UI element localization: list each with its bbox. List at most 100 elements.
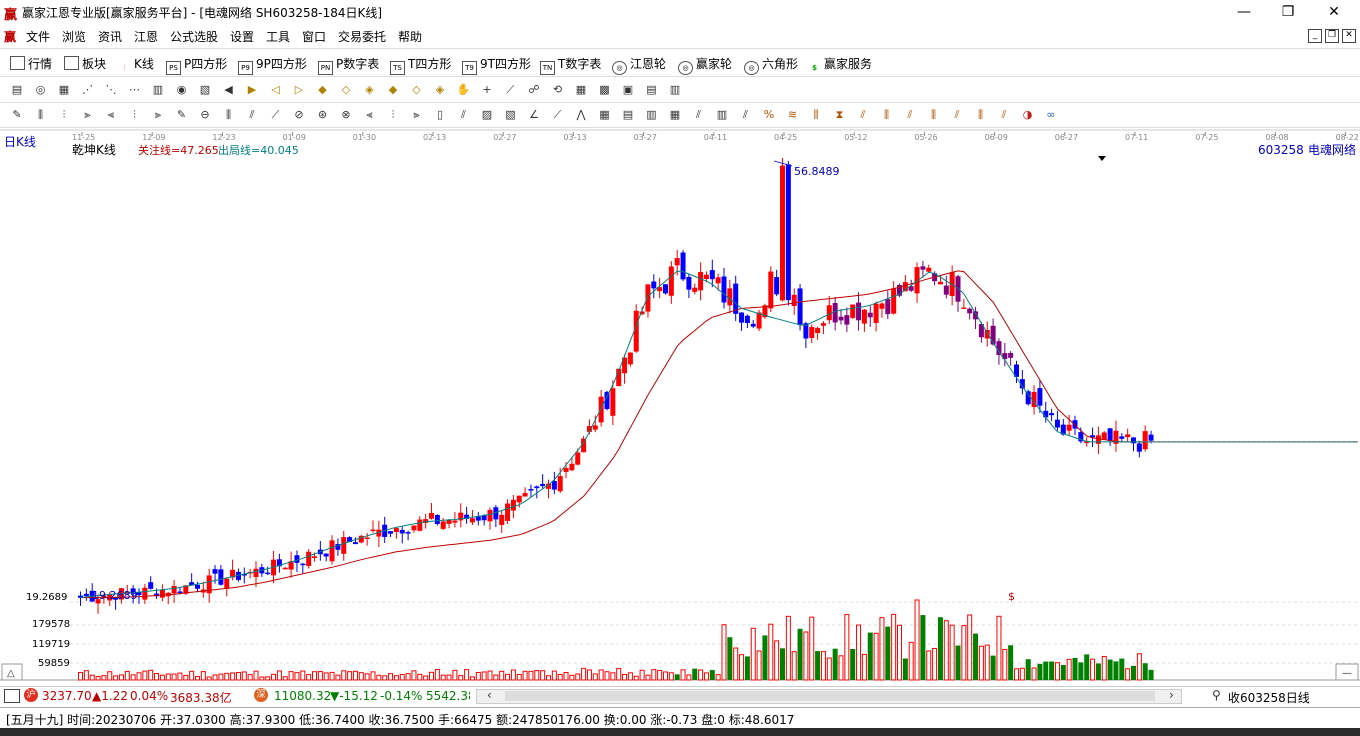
drawing-tool-icon[interactable]: ✎ (10, 108, 24, 122)
menu-news[interactable]: 资讯 (98, 28, 122, 45)
drawing-tool-icon[interactable]: ≋ (786, 108, 800, 122)
toolbar-9tsquare-button[interactable]: T9 9T四方形 (462, 55, 531, 75)
drawing-tool-icon[interactable]: ⊘ (292, 108, 306, 122)
nav-tool-icon[interactable]: ⟲ (551, 83, 565, 97)
nav-tool-icon[interactable]: ⋯ (128, 83, 142, 97)
drawing-tool-icon[interactable]: ⫶ (386, 108, 400, 122)
grid-small-icon[interactable] (4, 689, 20, 703)
drawing-tool-icon[interactable]: ⊗ (339, 108, 353, 122)
drawing-tool-icon[interactable]: ⊛ (316, 108, 330, 122)
menu-window[interactable]: 窗口 (302, 28, 326, 45)
nav-tool-icon[interactable]: ◈ (433, 83, 447, 97)
toolbar-quotes-button[interactable]: 行情 (10, 55, 52, 72)
scroll-left-icon[interactable]: ‹ (487, 688, 492, 702)
drawing-tool-icon[interactable]: ⫶ (57, 108, 71, 122)
nav-tool-icon[interactable]: ▣ (621, 83, 635, 97)
kline-chart-svg[interactable]: 日K线 乾坤K线 关注线=47.265 出局线=40.045 603258 电魂… (0, 128, 1360, 682)
nav-tool-icon[interactable]: ◆ (316, 83, 330, 97)
restore-button[interactable]: ❐ (1266, 2, 1310, 22)
mdi-minimize-icon[interactable]: _ (1308, 29, 1322, 43)
drawing-tool-icon[interactable]: ⟋ (269, 108, 283, 122)
drawing-tool-icon[interactable]: ⫽ (739, 108, 753, 122)
nav-tool-icon[interactable]: ⋰ (81, 83, 95, 97)
drawing-tool-icon[interactable]: ∠ (527, 108, 541, 122)
nav-tool-icon[interactable]: ◎ (34, 83, 48, 97)
drawing-tool-icon[interactable]: ∞ (1044, 108, 1058, 122)
nav-tool-icon[interactable]: ☍ (527, 83, 541, 97)
kline-chart[interactable]: 日K线 乾坤K线 关注线=47.265 出局线=40.045 603258 电魂… (0, 128, 1360, 682)
menu-trade[interactable]: 交易委托 (338, 28, 386, 45)
menu-tools[interactable]: 工具 (266, 28, 290, 45)
drawing-tool-icon[interactable]: ▦ (668, 108, 682, 122)
drawing-tool-icon[interactable]: ▯ (433, 108, 447, 122)
scroll-right-icon[interactable]: › (1169, 688, 1174, 702)
nav-tool-icon[interactable]: ▦ (574, 83, 588, 97)
drawing-tool-icon[interactable]: ⧗ (833, 108, 847, 122)
drawing-tool-icon[interactable]: ▥ (645, 108, 659, 122)
menu-help[interactable]: 帮助 (398, 28, 422, 45)
menu-browse[interactable]: 浏览 (62, 28, 86, 45)
nav-tool-icon[interactable]: ✋ (457, 83, 471, 97)
drawing-tool-icon[interactable]: ▥ (715, 108, 729, 122)
toolbar-pnumber-button[interactable]: PN P数字表 (318, 55, 379, 75)
nav-tool-icon[interactable]: + (480, 83, 494, 97)
drawing-tool-icon[interactable]: ⫽ (997, 108, 1011, 122)
drawing-tool-icon[interactable]: ⫸ (81, 108, 95, 122)
mdi-close-icon[interactable]: ✕ (1342, 29, 1356, 43)
nav-tool-icon[interactable]: ⟋ (504, 83, 518, 97)
scrollbar-thumb[interactable] (505, 691, 1155, 701)
drawing-tool-icon[interactable]: ⫼ (34, 108, 48, 122)
drawing-tool-icon[interactable]: ⫼ (880, 108, 894, 122)
nav-tool-icon[interactable]: ◁ (269, 83, 283, 97)
nav-tool-icon[interactable]: ▥ (151, 83, 165, 97)
nav-tool-icon[interactable]: ◇ (339, 83, 353, 97)
drawing-tool-icon[interactable]: ⫽ (245, 108, 259, 122)
drawing-tool-icon[interactable]: ▤ (621, 108, 635, 122)
drawing-tool-icon[interactable]: ⫼ (809, 108, 823, 122)
drawing-tool-icon[interactable]: ◑ (1021, 108, 1035, 122)
nav-tool-icon[interactable]: ▧ (198, 83, 212, 97)
drawing-tool-icon[interactable]: ⫷ (104, 108, 118, 122)
nav-tool-icon[interactable]: ▦ (57, 83, 71, 97)
nav-tool-icon[interactable]: ◈ (363, 83, 377, 97)
toolbar-sectors-button[interactable]: 板块 (64, 55, 106, 72)
menu-file[interactable]: 文件 (26, 28, 50, 45)
drawing-tool-icon[interactable]: ⫽ (692, 108, 706, 122)
nav-tool-icon[interactable]: ◉ (175, 83, 189, 97)
nav-tool-icon[interactable]: ◀ (222, 83, 236, 97)
drawing-tool-icon[interactable]: ✎ (175, 108, 189, 122)
drawing-tool-icon[interactable]: ⫽ (457, 108, 471, 122)
mdi-restore-icon[interactable]: ❐ (1325, 29, 1339, 43)
drawing-tool-icon[interactable]: % (762, 108, 776, 122)
drawing-tool-icon[interactable]: ⫶ (128, 108, 142, 122)
toolbar-tsquare-button[interactable]: TS T四方形 (390, 55, 451, 75)
toolbar-9psquare-button[interactable]: P9 9P四方形 (238, 55, 307, 75)
nav-tool-icon[interactable]: ▤ (10, 83, 24, 97)
close-button[interactable]: ✕ (1312, 2, 1356, 22)
nav-tool-icon[interactable]: ◆ (386, 83, 400, 97)
nav-tool-icon[interactable]: ▶ (245, 83, 259, 97)
toolbar-gann-wheel-button[interactable]: ◎ 江恩轮 (612, 55, 666, 75)
drawing-tool-icon[interactable]: ⫼ (974, 108, 988, 122)
drawing-tool-icon[interactable]: ⟋ (551, 108, 565, 122)
toolbar-service-button[interactable]: $ 赢家服务 (808, 55, 872, 74)
horizontal-scrollbar[interactable]: ‹ › (476, 688, 1182, 704)
toolbar-tnumber-button[interactable]: TN T数字表 (540, 55, 601, 75)
nav-tool-icon[interactable]: ◇ (410, 83, 424, 97)
menu-settings[interactable]: 设置 (230, 28, 254, 45)
drawing-tool-icon[interactable]: ⫽ (903, 108, 917, 122)
drawing-tool-icon[interactable]: ⫼ (222, 108, 236, 122)
drawing-tool-icon[interactable]: ⊖ (198, 108, 212, 122)
drawing-tool-icon[interactable]: ⫽ (950, 108, 964, 122)
drawing-tool-icon[interactable]: ▧ (504, 108, 518, 122)
nav-tool-icon[interactable]: ▷ (292, 83, 306, 97)
nav-tool-icon[interactable]: ▩ (598, 83, 612, 97)
menu-formula[interactable]: 公式选股 (170, 28, 218, 45)
drawing-tool-icon[interactable]: ⫽ (856, 108, 870, 122)
nav-tool-icon[interactable]: ▤ (645, 83, 659, 97)
drawing-tool-icon[interactable]: ⫸ (151, 108, 165, 122)
nav-tool-icon[interactable]: ▥ (668, 83, 682, 97)
drawing-tool-icon[interactable]: ⋀ (574, 108, 588, 122)
toolbar-hexagon-button[interactable]: ◎ 六角形 (744, 55, 798, 75)
drawing-tool-icon[interactable]: ▨ (480, 108, 494, 122)
